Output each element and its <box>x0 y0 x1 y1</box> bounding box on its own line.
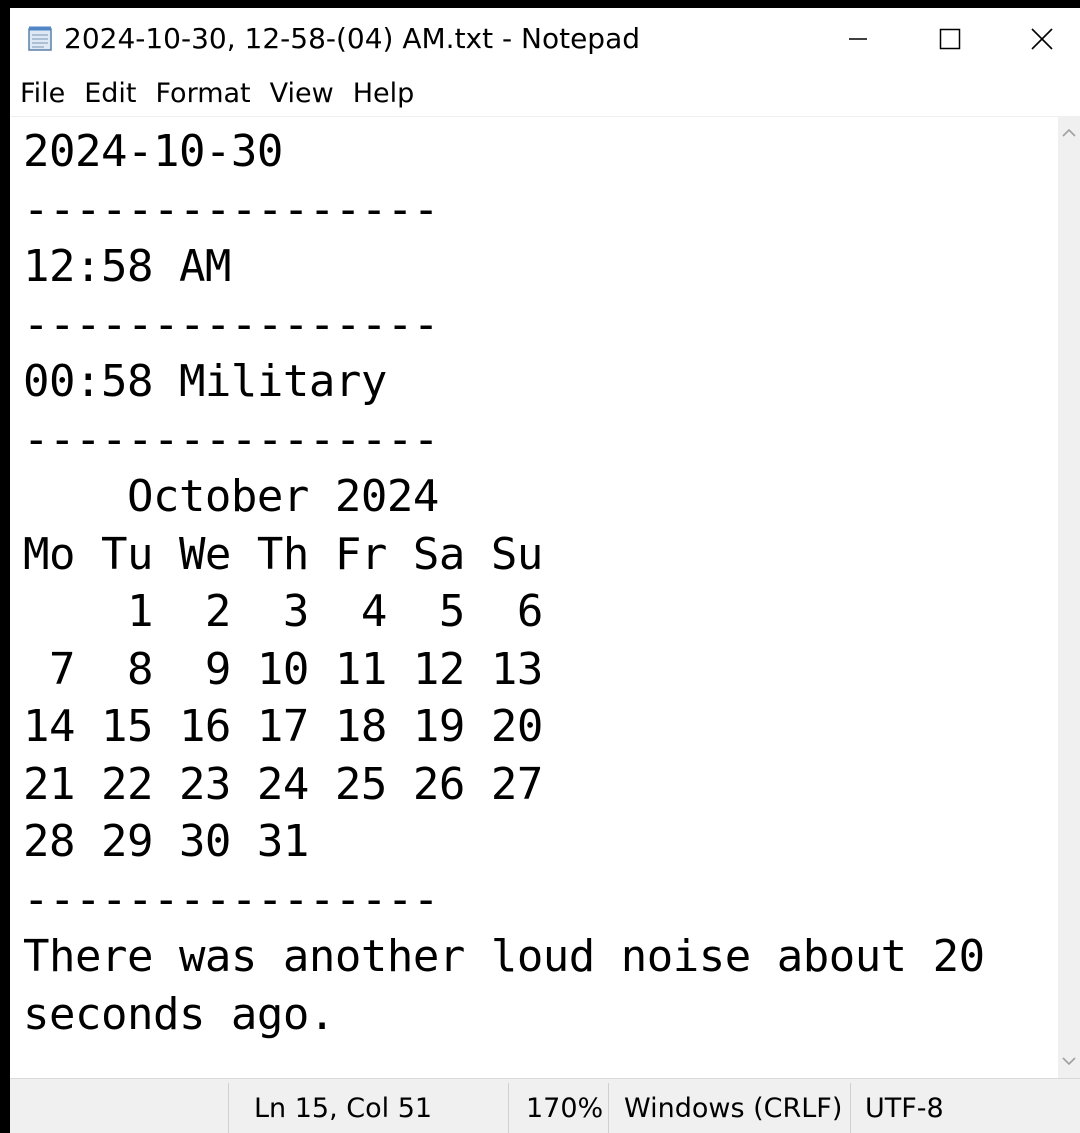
menu-view[interactable]: View <box>260 78 343 109</box>
notepad-window: 2024-10-30, 12-58-(04) AM.txt - Notepad … <box>10 8 1080 1133</box>
text-editor[interactable]: 2024-10-30 ---------------- 12:58 AM ---… <box>10 116 1058 1079</box>
minimize-button[interactable] <box>812 8 904 70</box>
scroll-up-button[interactable] <box>1058 120 1080 146</box>
close-button[interactable] <box>996 8 1080 70</box>
status-divider <box>508 1083 509 1133</box>
scroll-down-button[interactable] <box>1058 1048 1080 1074</box>
status-bar: Ln 15, Col 51 170% Windows (CRLF) UTF-8 <box>10 1078 1080 1133</box>
status-encoding: UTF-8 <box>865 1093 944 1124</box>
status-divider <box>608 1083 609 1133</box>
window-title: 2024-10-30, 12-58-(04) AM.txt - Notepad <box>64 22 640 55</box>
maximize-button[interactable] <box>904 8 996 70</box>
menu-edit[interactable]: Edit <box>74 78 145 109</box>
title-bar[interactable]: 2024-10-30, 12-58-(04) AM.txt - Notepad <box>10 8 1080 72</box>
menu-file[interactable]: File <box>10 78 74 109</box>
chevron-down-icon <box>1062 1057 1076 1066</box>
close-icon <box>1031 28 1053 50</box>
status-line-ending: Windows (CRLF) <box>624 1093 843 1124</box>
vertical-scrollbar[interactable] <box>1058 116 1080 1078</box>
status-zoom: 170% <box>526 1093 604 1124</box>
chevron-up-icon <box>1062 128 1076 137</box>
notepad-icon <box>28 26 52 51</box>
editor-content[interactable]: 2024-10-30 ---------------- 12:58 AM ---… <box>23 123 985 1043</box>
menu-help[interactable]: Help <box>343 78 424 109</box>
menu-bar: File Edit Format View Help <box>10 72 1080 114</box>
menu-format[interactable]: Format <box>145 78 259 109</box>
minimize-icon <box>849 38 867 40</box>
status-position: Ln 15, Col 51 <box>254 1093 433 1124</box>
maximize-icon <box>939 28 961 50</box>
status-divider <box>850 1083 851 1133</box>
status-divider <box>228 1083 229 1133</box>
